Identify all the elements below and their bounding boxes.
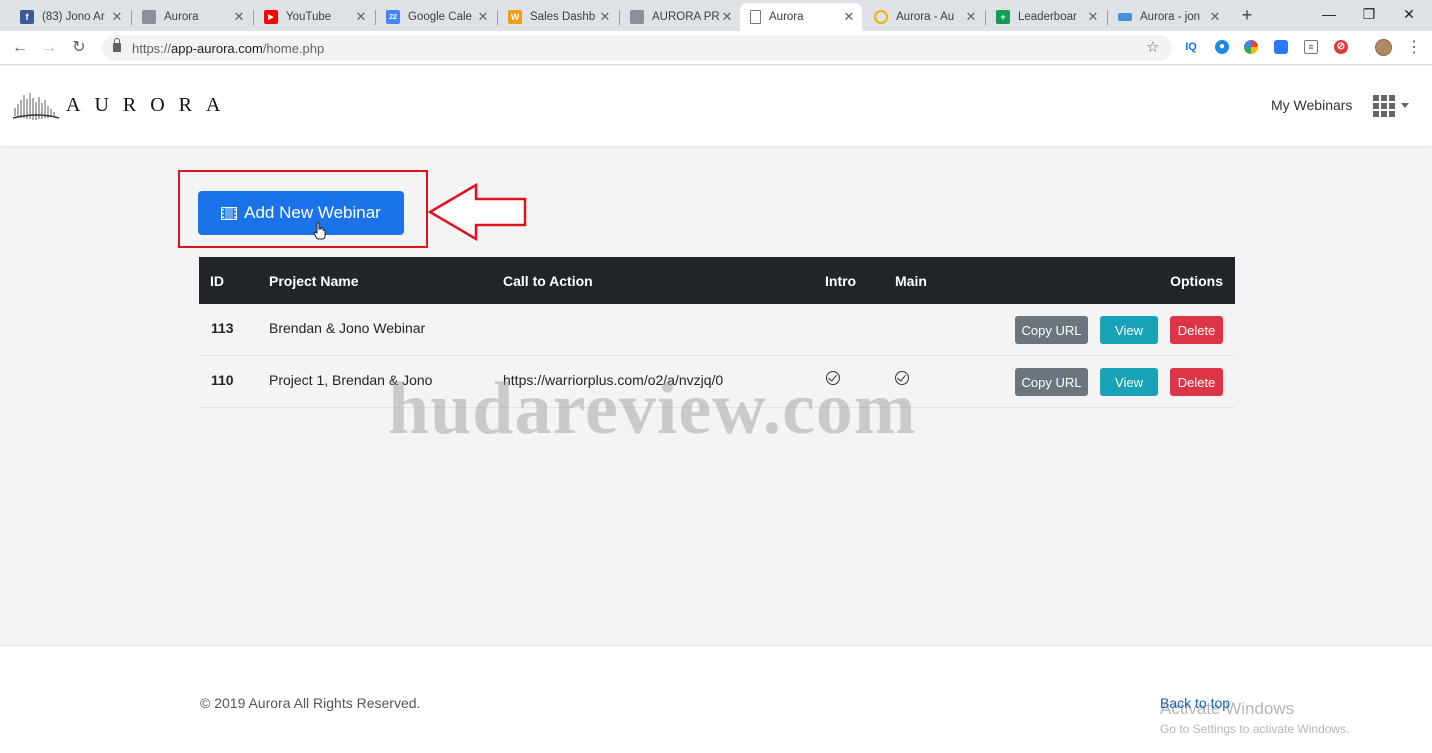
forward-arrow-icon[interactable]: → <box>38 37 60 59</box>
browser-tab-1[interactable]: f (83) Jono Ar ✕ <box>10 3 130 31</box>
delete-button[interactable]: Delete <box>1170 316 1223 344</box>
browser-tab-2[interactable]: Aurora ✕ <box>132 3 252 31</box>
tab-label: Google Cale <box>408 11 472 23</box>
column-header-project-name: Project Name <box>269 273 359 289</box>
row-id: 110 <box>211 372 234 388</box>
tab-label: Sales Dashb <box>530 11 596 23</box>
table-header: ID Project Name Call to Action Intro Mai… <box>199 257 1235 304</box>
site-footer: © 2019 Aurora All Rights Reserved. Activ… <box>0 645 1432 753</box>
column-header-intro: Intro <box>825 273 857 289</box>
browser-tab-10[interactable]: Aurora - jon ✕ <box>1108 3 1228 31</box>
close-icon[interactable]: ✕ <box>1208 9 1222 25</box>
column-header-call-to-action: Call to Action <box>503 273 593 289</box>
address-bar[interactable]: https://app-aurora.com/home.php ☆ <box>102 35 1172 61</box>
watermark-text: hudareview.com <box>388 368 917 450</box>
add-new-webinar-button[interactable]: Add New Webinar <box>198 191 404 235</box>
chat-extension-icon[interactable] <box>1274 40 1288 54</box>
page-icon <box>750 10 761 24</box>
profile-avatar[interactable] <box>1375 39 1392 56</box>
view-button[interactable]: View <box>1100 368 1158 396</box>
zoom-extension-icon[interactable]: ≡ <box>1304 40 1318 54</box>
lock-icon <box>113 38 121 52</box>
block-extension-icon[interactable]: ⊘ <box>1334 40 1348 54</box>
close-icon[interactable]: ✕ <box>598 9 612 25</box>
annotation-arrow-icon <box>428 183 527 241</box>
film-icon <box>221 206 238 220</box>
browser-tab-4[interactable]: 22 Google Cale ✕ <box>376 3 496 31</box>
iq-extension-icon[interactable]: IQ <box>1184 40 1198 54</box>
warriorplus-icon: W <box>508 10 522 24</box>
calendar-icon: 22 <box>386 10 400 24</box>
tab-label: AURORA PR <box>652 11 720 23</box>
reload-icon[interactable]: ↻ <box>68 37 90 59</box>
browser-tab-8[interactable]: Aurora - Au ✕ <box>864 3 984 31</box>
tab-label: Aurora <box>769 11 804 23</box>
close-icon[interactable]: ✕ <box>354 9 368 25</box>
chevron-down-icon[interactable] <box>1401 103 1409 108</box>
close-icon[interactable]: ✕ <box>842 9 856 25</box>
site-header: AURORA My Webinars <box>0 66 1432 146</box>
menu-kebab-icon[interactable]: ⋮ <box>1406 37 1422 57</box>
table-row: 113 Brendan & Jono Webinar Copy URL View… <box>199 304 1235 356</box>
copy-url-button[interactable]: Copy URL <box>1015 368 1088 396</box>
browser-tab-6[interactable]: AURORA PR ✕ <box>620 3 740 31</box>
tab-label: Aurora <box>164 11 199 23</box>
back-to-top-link[interactable]: Back to top <box>1160 695 1230 711</box>
copyright-text: © 2019 Aurora All Rights Reserved. <box>200 695 421 711</box>
url-text: https://app-aurora.com/home.php <box>132 41 325 56</box>
close-icon[interactable]: ✕ <box>1086 9 1100 25</box>
youtube-icon: ▶ <box>264 10 278 24</box>
extension-blue-icon[interactable]: ● <box>1215 40 1229 54</box>
tab-label: Aurora - jon <box>1140 11 1201 23</box>
apps-grid-icon[interactable] <box>1373 95 1395 117</box>
browser-tab-5[interactable]: W Sales Dashb ✕ <box>498 3 618 31</box>
color-extension-icon[interactable] <box>1244 40 1258 54</box>
close-icon[interactable]: ✕ <box>232 9 246 25</box>
mail-icon <box>1118 13 1132 21</box>
copy-url-button[interactable]: Copy URL <box>1015 316 1088 344</box>
window-close-icon[interactable]: ✕ <box>1386 0 1432 30</box>
browser-toolbar: ← → ↻ https://app-aurora.com/home.php ☆ … <box>0 31 1432 65</box>
aurora-logo-icon <box>13 93 60 120</box>
browser-tab-active[interactable]: Aurora ✕ <box>740 3 862 31</box>
sheets-icon: + <box>996 10 1010 24</box>
bookmark-star-icon[interactable]: ☆ <box>1146 38 1159 56</box>
close-icon[interactable]: ✕ <box>964 9 978 25</box>
add-new-webinar-label: Add New Webinar <box>244 203 381 222</box>
close-icon[interactable]: ✕ <box>110 9 124 25</box>
tab-label: (83) Jono Ar <box>42 11 105 23</box>
delete-button[interactable]: Delete <box>1170 368 1223 396</box>
browser-tab-3[interactable]: ▶ YouTube ✕ <box>254 3 374 31</box>
back-arrow-icon[interactable]: ← <box>9 37 31 59</box>
column-header-main: Main <box>895 273 927 289</box>
column-header-id: ID <box>210 273 224 289</box>
activate-windows-subtitle: Go to Settings to activate Windows. <box>1160 722 1350 736</box>
new-tab-icon[interactable]: + <box>1237 4 1257 26</box>
my-webinars-link[interactable]: My Webinars <box>1271 97 1352 113</box>
tab-label: YouTube <box>286 11 332 23</box>
aurora-icon <box>630 10 644 24</box>
hand-cursor-icon <box>313 222 326 240</box>
row-project-name: Brendan & Jono Webinar <box>269 320 426 336</box>
browser-tab-bar: f (83) Jono Ar ✕ Aurora ✕ ▶ YouTube ✕ 22… <box>0 0 1432 31</box>
column-header-options: Options <box>1170 273 1223 289</box>
loading-icon <box>874 10 888 24</box>
browser-tab-9[interactable]: + Leaderboar ✕ <box>986 3 1106 31</box>
view-button[interactable]: View <box>1100 316 1158 344</box>
aurora-icon <box>142 10 156 24</box>
logo-text: AURORA <box>66 94 235 116</box>
close-icon[interactable]: ✕ <box>720 9 734 25</box>
row-id: 113 <box>211 320 234 336</box>
facebook-icon: f <box>20 10 34 24</box>
tab-label: Aurora - Au <box>896 11 955 23</box>
close-icon[interactable]: ✕ <box>476 9 490 25</box>
tab-label: Leaderboar <box>1018 11 1077 23</box>
